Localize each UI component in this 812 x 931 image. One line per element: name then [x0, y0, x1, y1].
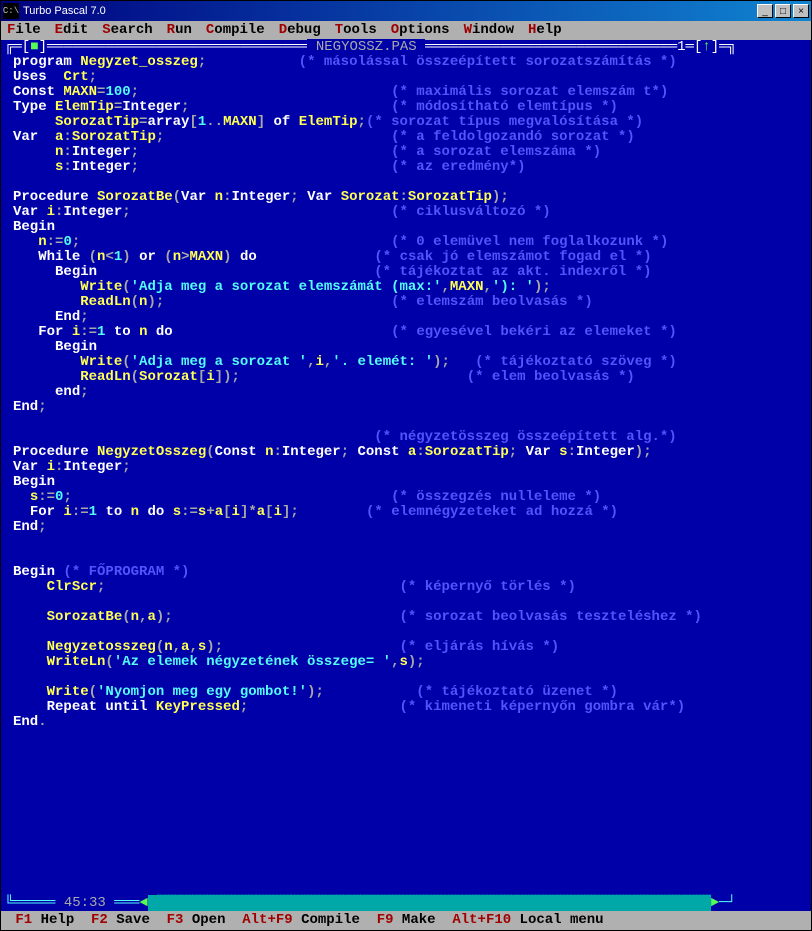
menu-edit[interactable]: Edit — [55, 23, 89, 38]
statusbar: F1 Help F2 Save F3 Open Alt+F9 Compile F… — [1, 911, 811, 930]
app-icon: C:\ — [3, 3, 19, 19]
menu-compile[interactable]: Compile — [206, 23, 265, 38]
close-button[interactable]: × — [793, 4, 809, 18]
editor-frame-bottom: ╚═════ 45:33 ═══◄■▒▒▒▒▒▒▒▒▒▒▒▒▒▒▒▒▒▒▒▒▒▒… — [1, 896, 811, 911]
ide-area: File Edit Search Run Compile Debug Tools… — [1, 21, 811, 930]
menu-run[interactable]: Run — [167, 23, 192, 38]
menu-file[interactable]: File — [7, 23, 41, 38]
menu-debug[interactable]: Debug — [279, 23, 321, 38]
menubar: File Edit Search Run Compile Debug Tools… — [1, 21, 811, 40]
window-title: Turbo Pascal 7.0 — [23, 5, 757, 17]
titlebar: C:\ Turbo Pascal 7.0 _ □ × — [1, 1, 811, 21]
menu-tools[interactable]: Tools — [335, 23, 377, 38]
cursor-position: 45:33 — [55, 895, 114, 911]
menu-help[interactable]: Help — [528, 23, 562, 38]
menu-options[interactable]: Options — [391, 23, 450, 38]
app-window: C:\ Turbo Pascal 7.0 _ □ × File Edit Sea… — [0, 0, 812, 931]
maximize-button[interactable]: □ — [775, 4, 791, 18]
code-editor[interactable]: program Negyzet_osszeg; (* másolással ös… — [1, 55, 811, 896]
menu-window[interactable]: Window — [464, 23, 514, 38]
menu-search[interactable]: Search — [102, 23, 152, 38]
editor-frame-top: ╔═[■]═══════════════════════════════ NEG… — [1, 40, 811, 55]
minimize-button[interactable]: _ — [757, 4, 773, 18]
